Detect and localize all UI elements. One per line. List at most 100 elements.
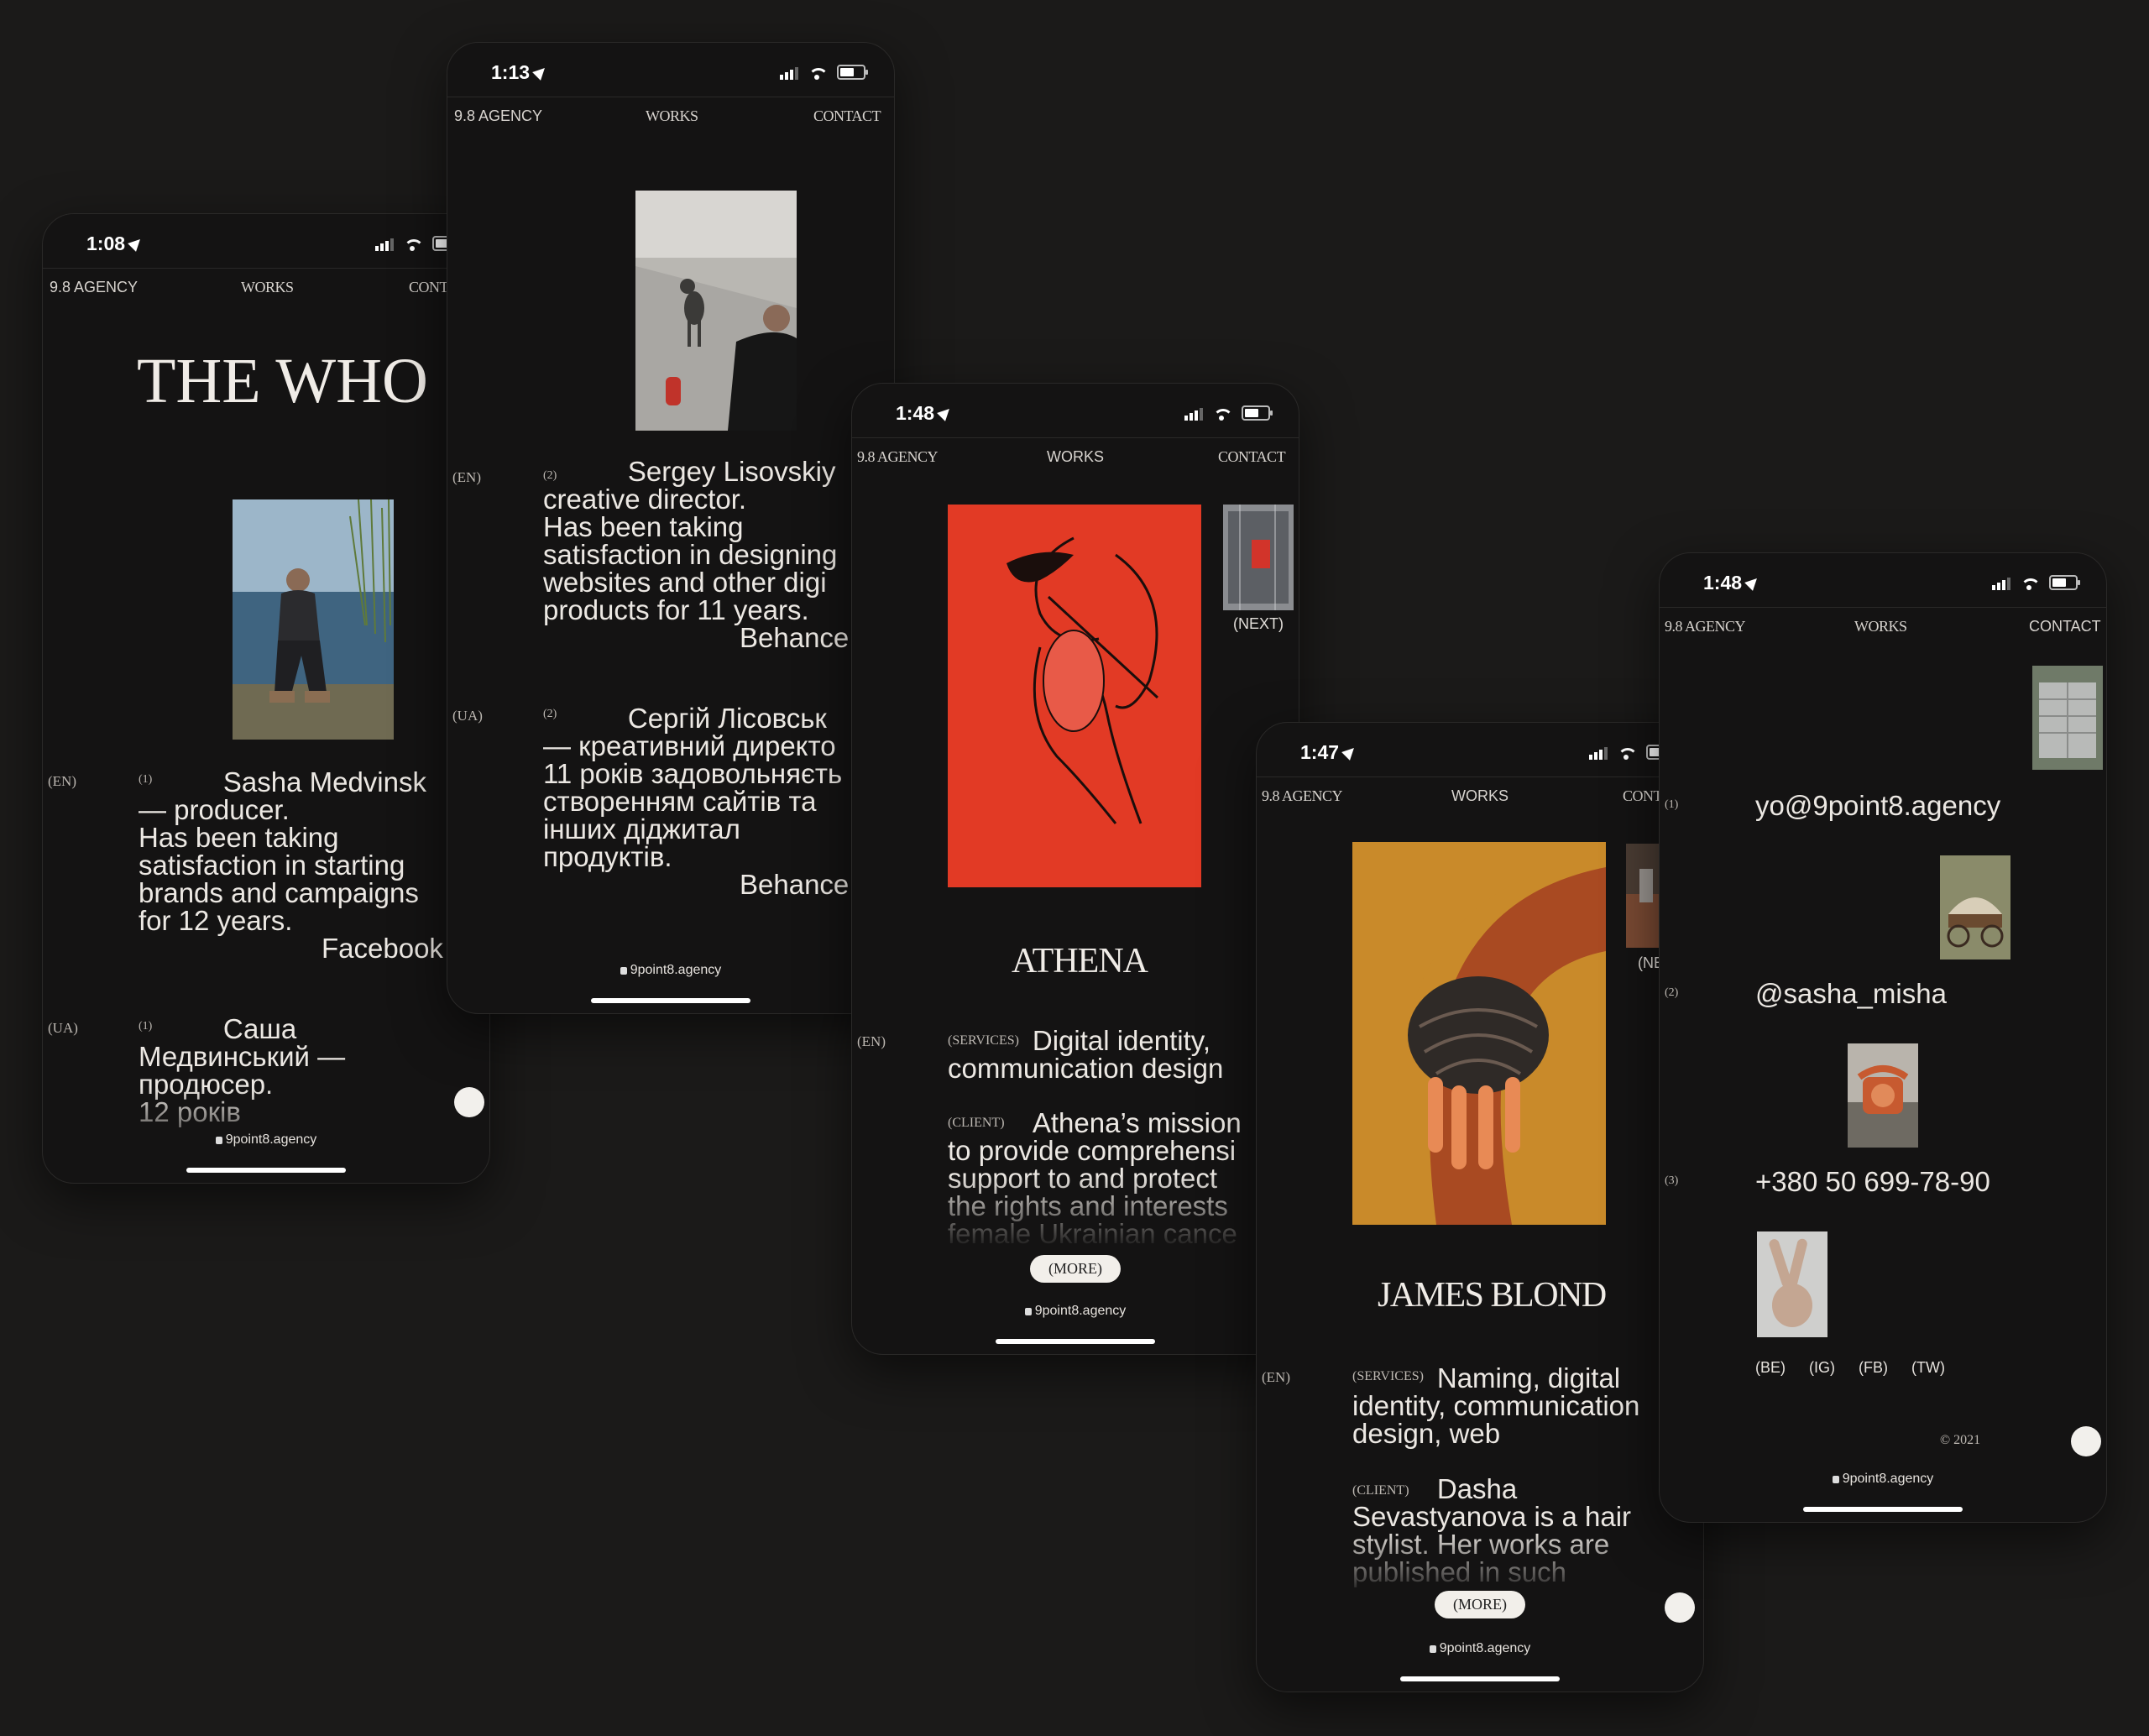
phone-screen-the-who: 1:08 9.8 AGENCY WORKS CONTACT THE WHO (E…	[42, 213, 490, 1184]
url-bar[interactable]: 9point8.agency	[1257, 1641, 1703, 1656]
top-nav: 9.8 AGENCY WORKS CONTACT	[1257, 776, 1703, 814]
nav-contact[interactable]: CONTACT	[1218, 448, 1286, 466]
status-bar: 1:13	[447, 43, 894, 97]
url-bar[interactable]: 9point8.agency	[852, 1304, 1299, 1319]
services-text: Naming, digital identity, communication …	[1352, 1362, 1640, 1449]
location-arrow-icon	[1341, 744, 1358, 761]
home-indicator	[591, 998, 750, 1003]
location-arrow-icon	[937, 405, 954, 421]
home-indicator	[996, 1339, 1155, 1344]
status-time: 1:47	[1300, 741, 1358, 764]
nav-brand[interactable]: 9.8 AGENCY	[1262, 787, 1343, 805]
social-behance[interactable]: (BE)	[1755, 1359, 1786, 1377]
facebook-link[interactable]: Facebook	[322, 934, 443, 962]
status-bar: 1:47	[1257, 723, 1703, 776]
status-time: 1:48	[896, 402, 954, 425]
status-bar: 1:48	[1660, 553, 2106, 607]
nav-works[interactable]: WORKS	[241, 279, 294, 296]
bio-text-en: Sasha Medvinsk — producer. Has been taki…	[139, 766, 426, 936]
index-tag: (1)	[1665, 798, 1679, 811]
location-arrow-icon	[532, 64, 549, 81]
james-blond-poster[interactable]	[1352, 842, 1606, 1225]
bio-text-ua: Сергій Лісовськ — креативний директо 11 …	[543, 703, 843, 872]
home-indicator	[1803, 1507, 1963, 1512]
wifi-icon	[808, 68, 827, 80]
lang-tag-en: (EN)	[48, 773, 76, 789]
home-indicator	[186, 1168, 346, 1173]
more-button[interactable]: (MORE)	[1030, 1255, 1121, 1283]
wifi-icon	[1618, 748, 1636, 760]
social-facebook[interactable]: (FB)	[1859, 1359, 1888, 1377]
phone-photo	[1848, 1043, 1918, 1148]
signal-icon	[1992, 578, 2010, 590]
mailbox-photo	[2032, 666, 2103, 770]
more-button[interactable]: (MORE)	[1435, 1591, 1525, 1618]
nav-works[interactable]: WORKS	[1047, 448, 1104, 466]
instagram-handle[interactable]: @sasha_misha	[1755, 980, 1947, 1007]
photo-sasha	[233, 499, 394, 740]
behance-link[interactable]: Behance	[740, 624, 849, 651]
social-twitter[interactable]: (TW)	[1911, 1359, 1945, 1377]
index-tag: (2)	[1665, 986, 1679, 999]
next-project-thumbnail[interactable]	[1223, 505, 1294, 610]
battery-icon	[837, 65, 868, 80]
page-title: THE WHO	[137, 346, 428, 416]
text-fade	[852, 1174, 1299, 1250]
status-bar: 1:48	[852, 384, 1299, 437]
social-links: (BE) (IG) (FB) (TW)	[1755, 1359, 1945, 1377]
index-tag: (3)	[1665, 1174, 1679, 1187]
url-bar[interactable]: 9point8.agency	[447, 963, 894, 978]
wagon-photo	[1940, 855, 2010, 960]
bio-text-en: Sergey Lisovskiy creative director. Has …	[543, 456, 838, 625]
email-link[interactable]: yo@9point8.agency	[1755, 792, 2000, 819]
signal-icon	[780, 67, 798, 80]
wifi-icon	[1213, 409, 1231, 421]
status-time: 1:13	[491, 61, 549, 84]
floating-dot-button[interactable]	[454, 1087, 484, 1117]
nav-brand[interactable]: 9.8 AGENCY	[857, 448, 939, 466]
lang-tag-en: (EN)	[1262, 1369, 1290, 1385]
lang-tag-ua: (UA)	[452, 708, 483, 724]
location-arrow-icon	[128, 235, 144, 252]
top-nav: 9.8 AGENCY WORKS CONTACT	[1660, 607, 2106, 645]
nav-brand[interactable]: 9.8 AGENCY	[1665, 618, 1746, 635]
url-bar[interactable]: 9point8.agency	[1660, 1472, 2106, 1487]
battery-icon	[2049, 575, 2080, 590]
peace-sign-photo	[1757, 1231, 1827, 1337]
wifi-icon	[404, 239, 422, 251]
floating-dot-button[interactable]	[1665, 1592, 1695, 1623]
nav-works[interactable]: WORKS	[1854, 618, 1907, 635]
athena-poster[interactable]	[948, 505, 1201, 887]
copyright: © 2021	[1940, 1433, 1981, 1447]
nav-contact[interactable]: CONTACT	[2029, 618, 2101, 635]
nav-brand[interactable]: 9.8 AGENCY	[50, 279, 138, 296]
top-nav: 9.8 AGENCY WORKS CONTACT	[43, 268, 489, 306]
text-fade	[1257, 1529, 1703, 1596]
top-nav: 9.8 AGENCY WORKS CONTACT	[852, 437, 1299, 475]
phone-screen-sergey: 1:13 9.8 AGENCY WORKS CONTACT (EN) (2) S…	[447, 42, 895, 1014]
floating-dot-button[interactable]	[2071, 1426, 2101, 1456]
lang-tag-en: (EN)	[452, 469, 481, 485]
signal-icon	[1589, 747, 1608, 760]
phone-screen-contact: 1:48 9.8 AGENCY WORKS CONTACT (1) yo@9po…	[1659, 552, 2107, 1523]
nav-works[interactable]: WORKS	[1451, 787, 1508, 805]
wifi-icon	[2021, 578, 2039, 590]
nav-works[interactable]: WORKS	[646, 107, 698, 125]
nav-contact[interactable]: CONTACT	[813, 107, 881, 125]
nav-brand[interactable]: 9.8 AGENCY	[454, 107, 542, 125]
top-nav: 9.8 AGENCY WORKS CONTACT	[447, 97, 894, 134]
status-time: 1:08	[86, 233, 144, 255]
lang-tag-en: (EN)	[857, 1033, 886, 1049]
photo-sergey	[635, 191, 797, 431]
next-link[interactable]: (NEXT)	[1233, 615, 1284, 633]
project-title: ATHENA	[1012, 942, 1148, 980]
phone-screen-james-blond: 1:47 9.8 AGENCY WORKS CONTACT (NE JAMES …	[1256, 722, 1704, 1692]
social-instagram[interactable]: (IG)	[1809, 1359, 1835, 1377]
status-bar: 1:08	[43, 214, 489, 268]
phone-number[interactable]: +380 50 699-78-90	[1755, 1168, 1990, 1195]
behance-link-ua[interactable]: Behance	[740, 871, 849, 898]
location-arrow-icon	[1744, 574, 1761, 591]
signal-icon	[1184, 408, 1203, 421]
url-bar[interactable]: 9point8.agency	[43, 1132, 489, 1148]
services-text: Digital identity, communication design	[948, 1025, 1224, 1084]
